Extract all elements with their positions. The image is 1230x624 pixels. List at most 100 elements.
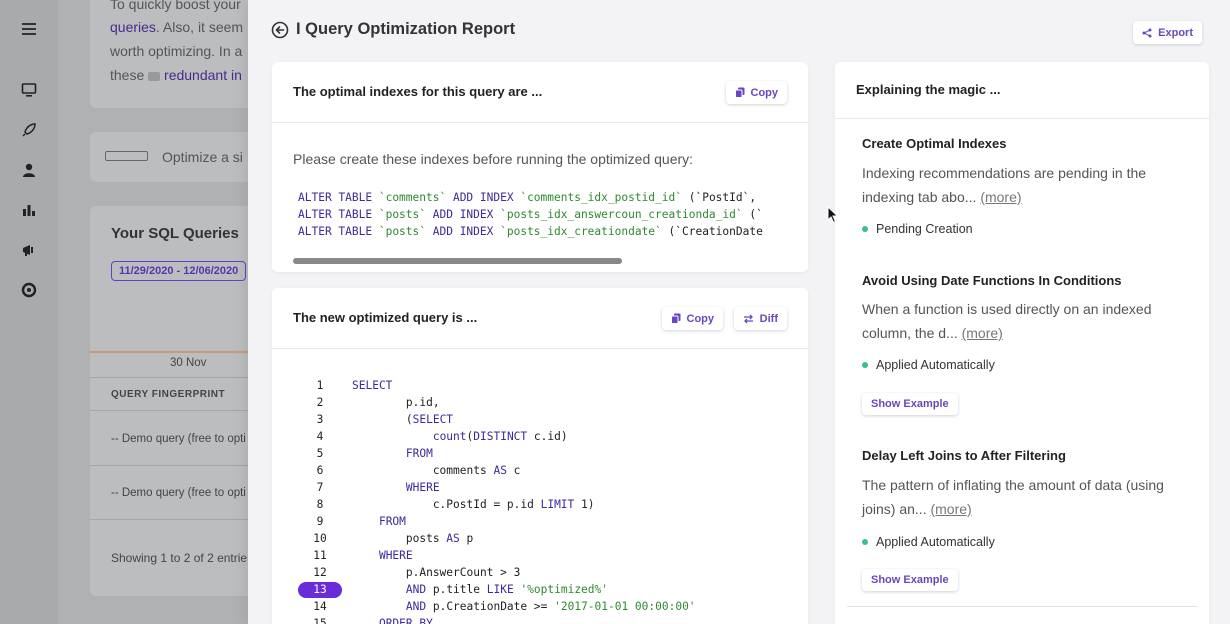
line-number: 7 bbox=[316, 481, 324, 494]
index-statement[interactable]: ALTER TABLE `posts` ADD INDEX `posts_idx… bbox=[298, 208, 763, 221]
rocket-icon[interactable] bbox=[19, 120, 39, 140]
divider bbox=[847, 606, 1197, 607]
index-instruction: Please create these indexes before runni… bbox=[293, 151, 694, 167]
explain-card: Explaining the magic ... Create Optimal … bbox=[835, 62, 1209, 624]
code-line: 15 ORDER BY bbox=[298, 615, 788, 624]
tip-title: Avoid Using Date Functions In Conditions bbox=[862, 273, 1122, 288]
page-title: I Query Optimization Report bbox=[296, 20, 516, 38]
share-icon bbox=[1142, 28, 1152, 37]
tip-status: Applied Automatically bbox=[862, 535, 995, 549]
status-dot-icon bbox=[862, 362, 868, 368]
table-header: QUERY FINGERPRINT bbox=[111, 389, 226, 400]
code-line: 3 (SELECT bbox=[298, 411, 788, 428]
tip-description: Indexing recommendations are pending in … bbox=[862, 165, 1147, 205]
line-number: 4 bbox=[316, 430, 324, 443]
code-line: 6 comments AS c bbox=[298, 462, 788, 479]
background-app: To quickly boost your queries. Also, it … bbox=[58, 0, 248, 624]
nav-rail bbox=[0, 0, 58, 624]
support-icon[interactable] bbox=[19, 280, 39, 300]
divider bbox=[90, 377, 248, 378]
horizontal-scrollbar[interactable] bbox=[293, 258, 622, 264]
copy-indexes-button[interactable]: Copy bbox=[725, 81, 787, 104]
code-text: (SELECT bbox=[352, 413, 454, 426]
line-number: 5 bbox=[316, 447, 324, 460]
line-number: 14 bbox=[313, 600, 327, 613]
table-row[interactable]: -- Demo query (free to opti bbox=[111, 433, 246, 445]
export-label: Export bbox=[1158, 26, 1193, 39]
intro-line-4: these redundant in bbox=[110, 67, 242, 83]
code-line: 1 SELECT bbox=[298, 377, 788, 394]
tip-description: The pattern of inflating the amount of d… bbox=[862, 477, 1164, 517]
divider bbox=[90, 465, 248, 466]
date-range-picker[interactable]: 11/29/2020 - 12/06/2020 bbox=[111, 261, 247, 281]
code-line: 8 c.PostId = p.id LIMIT 1) bbox=[298, 496, 788, 513]
card-header: The optimal indexes for this query are .… bbox=[272, 62, 808, 123]
code-text: FROM bbox=[405, 447, 433, 460]
line-number: 13 bbox=[298, 581, 342, 598]
tip-title: Delay Left Joins to After Filtering bbox=[862, 448, 1066, 463]
code-line: 12 p.AnswerCount > 3 bbox=[298, 564, 788, 581]
show-example-button[interactable]: Show Example bbox=[862, 569, 958, 591]
copy-label: Copy bbox=[686, 312, 715, 325]
tip-description: When a function is used directly on an i… bbox=[862, 301, 1152, 341]
menu-icon[interactable] bbox=[19, 19, 39, 39]
index-icon bbox=[148, 71, 161, 81]
monitor-icon[interactable] bbox=[19, 80, 39, 100]
diff-button[interactable]: Diff bbox=[733, 307, 787, 330]
show-example-button[interactable]: Show Example bbox=[862, 393, 958, 415]
divider bbox=[90, 410, 248, 411]
line-number: 1 bbox=[316, 379, 324, 392]
explain-title: Explaining the magic ... bbox=[856, 82, 1001, 97]
more-link[interactable]: (more) bbox=[980, 189, 1021, 205]
keyboard-icon bbox=[105, 151, 148, 161]
intro-line-3: worth optimizing. In a bbox=[110, 43, 243, 59]
table-info: Showing 1 to 2 of 2 entrie bbox=[111, 551, 248, 565]
code-line: 2 p.id, bbox=[298, 394, 788, 411]
copy-icon bbox=[734, 87, 744, 98]
back-arrow-icon[interactable] bbox=[271, 21, 289, 39]
line-number: 8 bbox=[316, 498, 324, 511]
tip-status: Applied Automatically bbox=[862, 358, 995, 372]
section-title: Your SQL Queries bbox=[111, 225, 239, 242]
swap-arrows-icon bbox=[743, 314, 753, 323]
line-number: 12 bbox=[313, 566, 327, 579]
code-text: count(DISTINCT c.id) bbox=[432, 430, 568, 443]
status-dot-icon bbox=[862, 539, 868, 545]
line-number: 10 bbox=[313, 532, 327, 545]
copy-icon bbox=[670, 313, 680, 324]
indexes-card: The optimal indexes for this query are .… bbox=[272, 62, 808, 272]
copy-query-button[interactable]: Copy bbox=[661, 307, 723, 330]
code-text: FROM bbox=[378, 515, 406, 528]
code-line: 7 WHERE bbox=[298, 479, 788, 496]
code-text: WHERE bbox=[405, 481, 440, 494]
index-statement[interactable]: ALTER TABLE `posts` ADD INDEX `posts_idx… bbox=[298, 225, 763, 238]
table-row[interactable]: -- Demo query (free to opti bbox=[111, 487, 246, 499]
line-number: 2 bbox=[316, 396, 324, 409]
code-text: AND p.CreationDate >= '2017-01-01 00:00:… bbox=[405, 600, 696, 613]
user-icon[interactable] bbox=[19, 160, 39, 180]
code-text: WHERE bbox=[378, 549, 413, 562]
more-link[interactable]: (more) bbox=[930, 501, 971, 517]
index-statement[interactable]: ALTER TABLE `comments` ADD INDEX `commen… bbox=[298, 191, 756, 204]
query-title: The new optimized query is ... bbox=[293, 310, 478, 325]
line-number: 11 bbox=[313, 549, 327, 562]
intro-line-1: To quickly boost your bbox=[110, 0, 241, 12]
bar-chart-icon[interactable] bbox=[19, 200, 39, 220]
megaphone-icon[interactable] bbox=[19, 240, 39, 260]
card-header: The new optimized query is ... Copy Diff bbox=[272, 288, 808, 349]
more-link[interactable]: (more) bbox=[962, 325, 1003, 341]
redundant-link[interactable]: redundant in bbox=[164, 67, 242, 83]
chart-line bbox=[90, 351, 248, 353]
code-text: ORDER BY bbox=[378, 617, 433, 624]
code-text: AND p.title LIKE '%optimized%' bbox=[405, 583, 608, 596]
chart-x-label: 30 Nov bbox=[170, 357, 207, 369]
line-number: 6 bbox=[316, 464, 324, 477]
line-number: 15 bbox=[313, 617, 327, 624]
export-button[interactable]: Export bbox=[1133, 21, 1202, 44]
card-header: Explaining the magic ... bbox=[835, 62, 1209, 119]
code-line: 5 FROM bbox=[298, 445, 788, 462]
optimization-report-panel: I Query Optimization Report Export The o… bbox=[248, 0, 1230, 624]
line-number: 3 bbox=[316, 413, 324, 426]
queries-link[interactable]: queries bbox=[110, 19, 156, 35]
diff-label: Diff bbox=[759, 312, 778, 325]
